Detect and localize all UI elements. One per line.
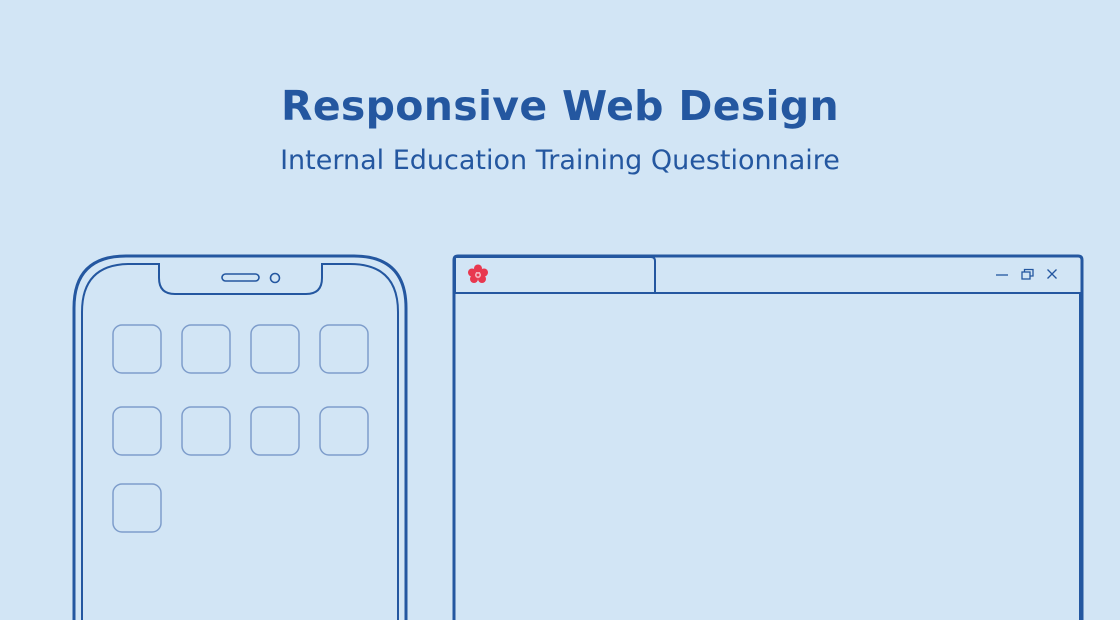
phone-inner-screen (81, 263, 399, 620)
app-icon[interactable] (319, 324, 369, 374)
restore-icon[interactable] (1021, 268, 1034, 280)
phone-camera (269, 272, 281, 284)
app-icon[interactable] (250, 406, 300, 456)
phone-outer-frame (72, 254, 408, 620)
phone-speaker (221, 273, 260, 282)
app-icon[interactable] (319, 406, 369, 456)
close-icon[interactable] (1047, 269, 1057, 279)
app-icon[interactable] (112, 483, 162, 533)
app-icon[interactable] (250, 324, 300, 374)
device-illustration (72, 254, 1084, 620)
app-icon[interactable] (112, 406, 162, 456)
app-icon[interactable] (181, 406, 231, 456)
phone-mockup (72, 254, 408, 620)
app-icon[interactable] (181, 324, 231, 374)
phone-app-grid (112, 324, 369, 533)
browser-frame (452, 254, 1084, 620)
window-controls (996, 268, 1057, 280)
browser-window (452, 254, 1084, 620)
app-icon[interactable] (112, 324, 162, 374)
flower-logo-icon (468, 264, 488, 283)
